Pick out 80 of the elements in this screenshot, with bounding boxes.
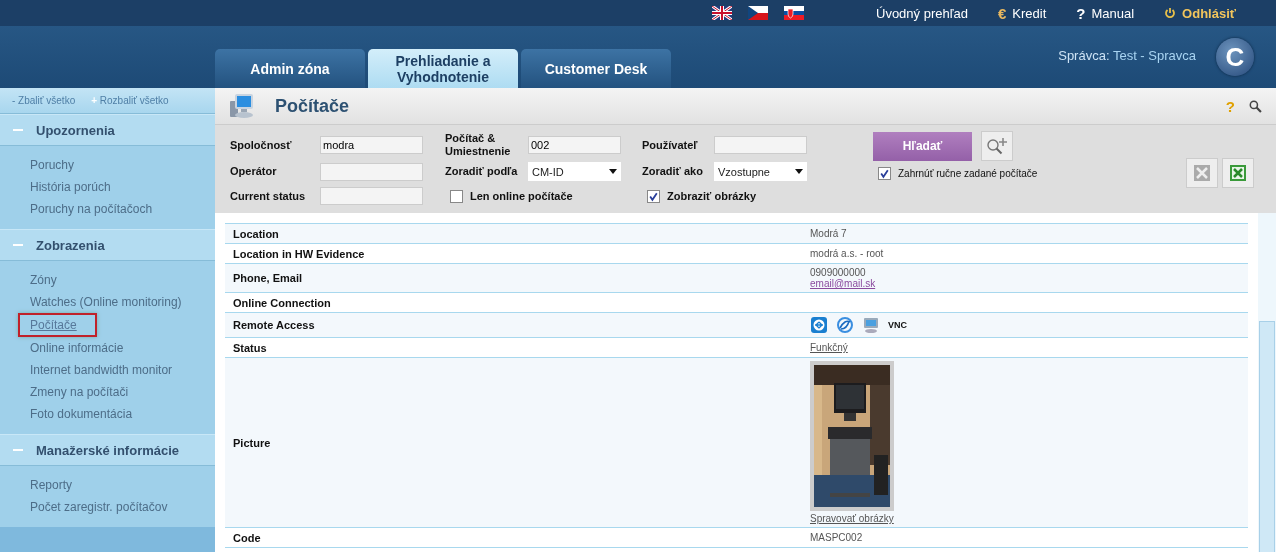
- logo-badge: C: [1216, 38, 1254, 76]
- sidebar-link[interactable]: Poruchy: [26, 154, 79, 176]
- sidebar-link[interactable]: Poruchy na počítačoch: [26, 198, 157, 220]
- remote-app-icon[interactable]: [810, 316, 828, 334]
- checkbox[interactable]: [878, 167, 891, 180]
- phone-number: 0909000000: [810, 267, 866, 278]
- excel-export-button[interactable]: [1222, 158, 1254, 188]
- row-label: Phone, Email: [232, 271, 304, 286]
- expand-all-link[interactable]: + Rozbaliť všetko: [91, 95, 169, 106]
- top-link[interactable]: Úvodný prehľad: [876, 5, 968, 21]
- field-label: Current status: [230, 189, 307, 203]
- field-label: Zoradiť ako: [642, 165, 704, 178]
- sidebar-link[interactable]: Foto dokumentácia: [26, 403, 137, 425]
- sidebar-link[interactable]: História porúch: [26, 176, 115, 198]
- dropdown[interactable]: Vzostupne: [714, 162, 807, 181]
- scrollbar-thumb[interactable]: [1259, 321, 1275, 552]
- top-link[interactable]: € Kredit: [997, 4, 1047, 22]
- text-field[interactable]: [320, 162, 423, 181]
- row-label: Remote Access: [232, 318, 316, 333]
- spreadsheet-icon: [1227, 163, 1249, 183]
- checkbox-label: Zobraziť obrázky: [667, 190, 756, 202]
- power-icon: [1164, 7, 1177, 19]
- row-label: Picture: [232, 435, 272, 451]
- text-field[interactable]: [320, 187, 423, 205]
- checkbox-label: Len online počítače: [470, 190, 573, 202]
- nav-tab[interactable]: Admin zóna: [215, 49, 365, 88]
- section-header[interactable]: Upozornenia: [0, 115, 215, 146]
- row-label: Online Connection: [232, 295, 332, 311]
- manage-pictures-link[interactable]: Spravovať obrázky: [810, 513, 894, 524]
- checkbox[interactable]: [647, 189, 660, 203]
- dropdown[interactable]: CM-ID: [528, 162, 621, 181]
- czech-flag-icon[interactable]: [748, 6, 768, 20]
- email-link[interactable]: email@mail.sk: [810, 278, 876, 289]
- text-field[interactable]: modra: [320, 136, 423, 154]
- text-field[interactable]: [714, 136, 807, 154]
- top-link[interactable]: Odhlásiť: [1164, 5, 1236, 21]
- nav-tab[interactable]: Customer Desk: [521, 49, 671, 88]
- top-link[interactable]: ? Manual: [1076, 4, 1135, 22]
- sidebar-link[interactable]: Online informácie: [26, 337, 128, 359]
- slovak-flag-icon[interactable]: [784, 6, 804, 20]
- checkbox-label: Zahrnúť ručne zadané počítače: [898, 168, 1038, 179]
- advanced-search-button[interactable]: [981, 131, 1013, 161]
- status-link[interactable]: Funkčný: [810, 342, 848, 353]
- sidebar-link[interactable]: Zmeny na počítači: [26, 381, 133, 403]
- row-label: Status: [232, 340, 268, 356]
- checkbox[interactable]: [450, 189, 463, 203]
- sidebar-link[interactable]: Reporty: [26, 474, 77, 496]
- caret-icon: [609, 169, 617, 174]
- remote-desktop-icon[interactable]: [862, 316, 880, 334]
- row-value: modrá a.s. - root: [810, 248, 884, 259]
- section-header[interactable]: Manažerské informácie: [0, 435, 215, 466]
- field-label: Operátor: [230, 165, 278, 178]
- sidebar-link[interactable]: Watches (Online monitoring): [26, 291, 186, 313]
- row-value: MASPC002: [810, 532, 863, 543]
- search-button[interactable]: Hľadať: [873, 131, 972, 161]
- field-label: Počítač & Umiestnenie: [445, 132, 512, 158]
- spreadsheet-icon: [1191, 163, 1213, 183]
- search-icon[interactable]: [1249, 99, 1262, 113]
- sidebar-link[interactable]: Počet zaregistr. počítačov: [26, 496, 172, 518]
- vnc-link[interactable]: VNC: [888, 320, 907, 330]
- remote-swirl-icon[interactable]: [836, 316, 854, 334]
- field-label: Používateľ: [642, 138, 699, 152]
- uk-flag-icon[interactable]: [712, 6, 732, 20]
- nav-tab[interactable]: Prehliadanie a Vyhodnotenie: [368, 49, 518, 88]
- sidebar-link[interactable]: Zóny: [26, 269, 61, 291]
- row-value: Modrá 7: [810, 228, 847, 239]
- magnifier-plus-icon: [986, 136, 1008, 156]
- caret-icon: [795, 169, 803, 174]
- field-label: Zoradiť podľa: [445, 165, 519, 178]
- user-label: Správca: Test - Spravca: [1058, 47, 1196, 63]
- section-header[interactable]: Zobrazenia: [0, 230, 215, 261]
- field-label: Spoločnosť: [230, 138, 293, 152]
- scrollbar[interactable]: [1258, 213, 1276, 552]
- collapse-all-link[interactable]: - Zbaliť všetko: [12, 95, 76, 106]
- sidebar-link[interactable]: Internet bandwidth monitor: [26, 359, 177, 381]
- row-label: Code: [232, 530, 262, 546]
- row-label: Location in HW Evidence: [232, 246, 366, 262]
- text-field[interactable]: 002: [528, 136, 621, 154]
- page-title: Počítače: [275, 95, 351, 117]
- row-label: Location: [232, 226, 280, 242]
